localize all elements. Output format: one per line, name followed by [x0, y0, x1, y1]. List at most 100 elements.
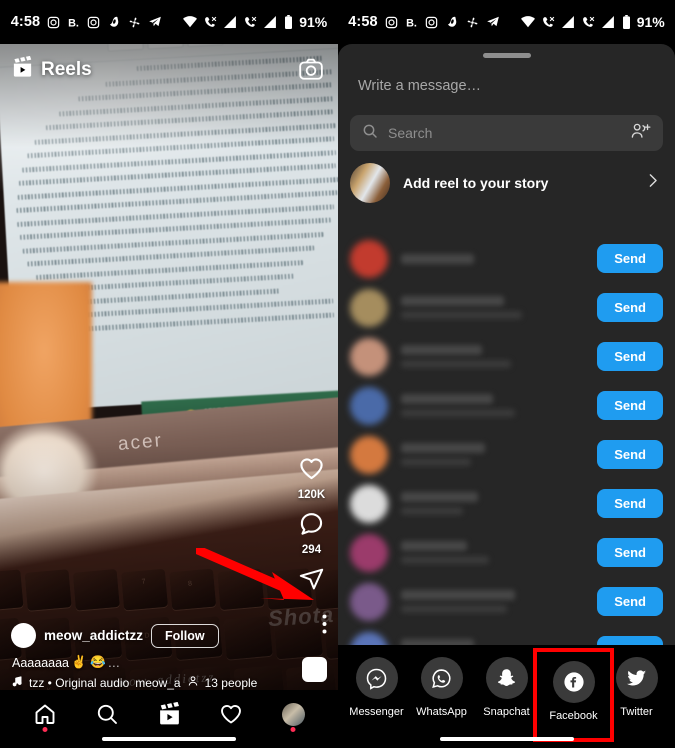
screenshot-root: 4:58 B. 91% Reels 120K 294 meow_addictzz…	[0, 0, 675, 748]
nav-profile[interactable]	[272, 697, 314, 732]
home-badge	[42, 727, 48, 732]
send-button[interactable]: Send	[597, 489, 663, 518]
table-row[interactable]: Send	[338, 479, 675, 528]
search-input[interactable]: Search	[388, 125, 621, 141]
story-avatar	[350, 163, 390, 203]
table-row[interactable]: Send	[338, 283, 675, 332]
instagram-icon	[87, 16, 100, 29]
profile-badge	[290, 727, 296, 732]
like-count: 120K	[297, 489, 326, 501]
app-label: Twitter	[620, 706, 653, 718]
status-time: 4:58	[10, 14, 41, 30]
table-row[interactable]: Send	[338, 577, 675, 626]
contact-meta	[401, 345, 584, 368]
contact-avatar	[350, 435, 388, 474]
reels-header: Reels	[0, 50, 338, 90]
camera-icon[interactable]	[298, 56, 324, 87]
reels-screen: 4:58 B. 91% Reels 120K 294 meow_addictzz…	[0, 0, 338, 748]
external-app-row: Messenger WhatsApp Snapchat Twitter Face…	[338, 645, 675, 748]
nav-home[interactable]	[24, 697, 66, 732]
share-app-whatsapp[interactable]: WhatsApp	[413, 657, 471, 718]
search-bar[interactable]: Search	[350, 115, 663, 151]
send-button[interactable]: Send	[597, 538, 663, 567]
battery-icon	[284, 15, 293, 29]
comment-action[interactable]: 294	[298, 510, 325, 556]
nav-search[interactable]	[86, 697, 128, 731]
status-bar-left: 4:58 B. 91%	[0, 0, 338, 44]
b-notification-icon: B.	[67, 16, 80, 29]
contact-avatar	[350, 484, 388, 523]
send-button[interactable]: Send	[597, 636, 663, 645]
messenger-icon	[355, 657, 398, 699]
heart-icon[interactable]	[298, 455, 325, 487]
page-title: Reels	[41, 59, 92, 80]
bottom-nav	[0, 690, 338, 748]
instagram-icon	[385, 16, 398, 29]
caption-text: Aaaaaaaa	[12, 655, 70, 670]
audio-row[interactable]: tzz • Original audio meow_a 13 people	[12, 675, 327, 690]
contact-avatar	[350, 582, 388, 621]
kebab-menu-icon[interactable]	[322, 614, 327, 639]
share-sheet-screen: 4:58 B. 91% Write a message… Search Add …	[338, 0, 675, 748]
send-button[interactable]: Send	[597, 587, 663, 616]
chevron-right-icon[interactable]	[644, 172, 661, 194]
audio-label: tzz • Original audio	[29, 675, 130, 690]
table-row[interactable]: Send	[338, 332, 675, 381]
battery-percent: 91%	[636, 14, 665, 30]
paper-plane-icon[interactable]	[298, 565, 325, 597]
comment-bubble-icon[interactable]	[298, 510, 325, 542]
send-button[interactable]: Send	[597, 293, 663, 322]
wifi-icon	[183, 16, 198, 28]
share-app-facebook[interactable]: Facebook	[537, 652, 610, 738]
table-row[interactable]: Send	[338, 626, 675, 645]
share-app-messenger[interactable]: Messenger	[348, 657, 406, 718]
app-label: Snapchat	[483, 706, 530, 718]
signal-2-icon	[244, 16, 257, 29]
share-action[interactable]	[298, 565, 325, 597]
whatsapp-icon	[420, 657, 463, 699]
audio-album-art[interactable]	[302, 657, 327, 682]
contact-avatar	[350, 337, 388, 376]
table-row[interactable]: Send	[338, 381, 675, 430]
pinwheel-icon	[128, 16, 141, 29]
send-button[interactable]: Send	[597, 391, 663, 420]
facebook-highlight-box: Facebook	[533, 648, 614, 742]
home-indicator	[439, 737, 574, 741]
contact-meta	[401, 492, 584, 515]
share-app-snapchat[interactable]: Snapchat	[478, 657, 536, 718]
share-app-twitter[interactable]: Twitter	[608, 657, 666, 718]
contact-meta	[401, 253, 584, 264]
signal-bars-2-icon	[601, 16, 615, 28]
add-to-story-row[interactable]: Add reel to your story	[338, 151, 675, 213]
app-label: Messenger	[349, 706, 404, 718]
send-button[interactable]: Send	[597, 244, 663, 273]
instagram-icon	[425, 16, 438, 29]
app-label: Facebook	[549, 710, 598, 722]
table-row[interactable]: Send	[338, 234, 675, 283]
comment-count: 294	[301, 544, 322, 556]
add-people-icon[interactable]	[631, 122, 651, 145]
message-input[interactable]: Write a message…	[338, 58, 675, 94]
contact-avatar	[350, 288, 388, 327]
follow-button[interactable]: Follow	[151, 623, 219, 648]
instagram-icon	[47, 16, 60, 29]
table-row[interactable]: Send	[338, 528, 675, 577]
send-button[interactable]: Send	[597, 440, 663, 469]
reels-title-group: Reels	[11, 55, 92, 84]
svg-text:B.: B.	[68, 17, 79, 29]
table-row[interactable]: Send	[338, 430, 675, 479]
contact-meta	[401, 541, 584, 564]
nav-reels[interactable]	[148, 697, 190, 731]
nav-activity[interactable]	[210, 697, 252, 731]
battery-icon	[622, 15, 631, 29]
author-username[interactable]: meow_addictzz	[44, 628, 143, 643]
contact-list[interactable]: Send Send Send Send Send Send Send Send	[338, 234, 675, 645]
reel-caption[interactable]: Aaaaaaaa ✌️ 😂 …	[12, 655, 327, 670]
like-action[interactable]: 120K	[297, 455, 326, 501]
caption-more[interactable]: …	[108, 656, 121, 670]
share-sheet: Write a message… Search Add reel to your…	[338, 44, 675, 645]
contact-meta	[401, 394, 584, 417]
author-avatar[interactable]	[11, 623, 36, 648]
send-button[interactable]: Send	[597, 342, 663, 371]
audio-people-count: 13 people	[204, 675, 258, 690]
